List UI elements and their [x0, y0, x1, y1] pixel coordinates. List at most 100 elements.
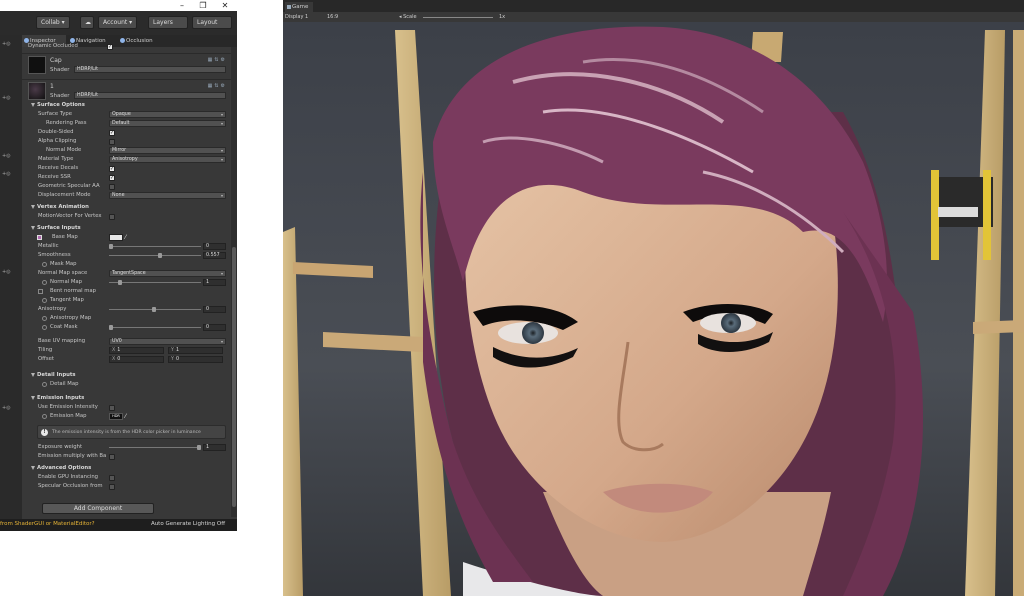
shader-dropdown[interactable]: HDRP/Lit: [74, 92, 226, 99]
console-warning-text[interactable]: from ShaderGUI or MaterialEditor?: [0, 521, 95, 527]
receive-ssr-row: Receive SSR ✓: [38, 174, 115, 181]
coat-mask-slider-handle[interactable]: [109, 325, 113, 330]
anisotropy-map-row: Anisotropy Map: [22, 314, 231, 323]
offset-y-field[interactable]: Y0: [168, 356, 223, 363]
double-sided-checkbox[interactable]: ✓: [109, 129, 115, 136]
tiling-y-field[interactable]: Y1: [168, 347, 223, 354]
eyedropper-icon[interactable]: ⁄: [125, 233, 126, 242]
game-view-tabbar: Game: [283, 0, 1024, 12]
dynamic-occluded-checkbox[interactable]: ✓: [107, 43, 113, 50]
anisotropy-map-slot[interactable]: [42, 316, 47, 321]
collab-button[interactable]: Collab ▾: [36, 16, 70, 29]
emission-inputs-header[interactable]: Emission Inputs: [22, 394, 231, 403]
geometric-specular-aa-row: Geometric Specular AA: [22, 182, 231, 191]
surface-inputs-header[interactable]: Surface Inputs: [22, 224, 231, 233]
normal-map-space-dropdown[interactable]: TangentSpace ▾: [109, 270, 226, 277]
display-dropdown[interactable]: Display 1: [285, 13, 308, 21]
vertex-animation-header[interactable]: Vertex Animation: [22, 203, 231, 212]
material-settings-icon[interactable]: ▦⇅⚙: [208, 83, 227, 89]
motion-vector-row: MotionVector For Vertex: [22, 212, 231, 221]
material-cap: Cap Shader HDRP/Lit ▦⇅⚙: [22, 53, 231, 78]
lighting-status-text: Auto Generate Lighting Off: [150, 521, 225, 527]
maximize-icon[interactable]: ❐: [193, 0, 213, 11]
add-component-button[interactable]: Add Component: [42, 503, 154, 514]
emission-multiply-checkbox[interactable]: [109, 453, 115, 460]
smoothness-slider-handle[interactable]: [158, 253, 162, 258]
exposure-weight-slider[interactable]: [109, 447, 201, 448]
material-settings-icon[interactable]: ▦⇅⚙: [208, 57, 227, 63]
metallic-slider[interactable]: [109, 246, 201, 247]
smoothness-slider[interactable]: [109, 255, 201, 256]
anisotropy-field[interactable]: 0: [203, 306, 226, 313]
scale-slider[interactable]: [423, 17, 493, 18]
motion-vector-checkbox[interactable]: [109, 213, 115, 220]
material-type-dropdown[interactable]: Anisotropy ▾: [109, 156, 226, 163]
dynamic-occluded-row: Dynamic Occluded ✓: [22, 42, 231, 51]
cloud-icon[interactable]: ☁: [80, 16, 94, 29]
specular-occlusion-checkbox[interactable]: [109, 483, 115, 490]
rendered-scene: [283, 22, 1024, 596]
base-color-swatch[interactable]: [109, 234, 123, 241]
gpu-instancing-checkbox[interactable]: [109, 474, 115, 481]
advanced-options-header[interactable]: Advanced Options: [22, 464, 231, 473]
rendering-pass-dropdown[interactable]: Default ▾: [109, 120, 226, 127]
material-preview[interactable]: [28, 56, 46, 74]
detail-map-slot[interactable]: [42, 382, 47, 387]
smoothness-field[interactable]: 0.557: [203, 252, 226, 259]
use-emission-intensity-checkbox[interactable]: [109, 404, 115, 411]
account-button[interactable]: Account ▾: [98, 16, 138, 29]
base-map-slot[interactable]: [37, 235, 42, 240]
displacement-mode-dropdown[interactable]: None ▾: [109, 192, 226, 199]
layout-dropdown[interactable]: Layout: [192, 16, 232, 29]
coat-mask-slider[interactable]: [109, 327, 201, 328]
mask-map-slot[interactable]: [42, 262, 47, 267]
foldout-arrow-icon: [31, 205, 35, 209]
bent-normal-map-slot[interactable]: [38, 289, 43, 294]
detail-map-row: Detail Map: [22, 380, 231, 389]
emission-color-swatch[interactable]: HDR: [109, 413, 123, 420]
surface-type-dropdown[interactable]: Opaque ▾: [109, 111, 226, 118]
tiling-row: Tiling X1 Y1: [22, 346, 231, 355]
emission-map-slot[interactable]: [42, 414, 47, 419]
tangent-map-slot[interactable]: [42, 298, 47, 303]
game-render[interactable]: [283, 22, 1024, 596]
scene-gizmo-icon: +◎: [2, 405, 11, 411]
normal-map-slider-handle[interactable]: [118, 280, 122, 285]
alpha-clipping-checkbox[interactable]: [109, 138, 115, 145]
scale-label: ◂ Scale: [399, 14, 417, 20]
aspect-dropdown[interactable]: 16:9: [327, 13, 338, 21]
metallic-field[interactable]: 0: [203, 243, 226, 250]
detail-inputs-header[interactable]: Detail Inputs: [22, 371, 231, 380]
normal-map-slot[interactable]: [42, 280, 47, 285]
minimize-icon[interactable]: –: [172, 0, 192, 11]
layers-dropdown[interactable]: Layers: [148, 16, 188, 29]
normal-map-slider[interactable]: [109, 282, 201, 283]
game-view-controls: Display 1 16:9 ◂ Scale 1x: [283, 12, 1024, 22]
exposure-weight-slider-handle[interactable]: [197, 445, 201, 450]
material-type-row: Material Type Anisotropy ▾: [22, 155, 231, 164]
tiling-x-field[interactable]: X1: [109, 347, 164, 354]
eyedropper-icon[interactable]: ⁄: [125, 412, 126, 421]
exposure-weight-field[interactable]: 1: [203, 444, 226, 451]
anisotropy-slider-handle[interactable]: [152, 307, 156, 312]
material-preview[interactable]: [28, 82, 46, 100]
close-icon[interactable]: ✕: [215, 0, 235, 11]
coat-mask-field[interactable]: 0: [203, 324, 226, 331]
receive-decals-checkbox[interactable]: ✓: [109, 165, 115, 172]
normal-map-field[interactable]: 1: [203, 279, 226, 286]
base-uv-mapping-dropdown[interactable]: UV0 ▾: [109, 338, 226, 345]
metallic-slider-handle[interactable]: [109, 244, 113, 249]
shader-dropdown[interactable]: HDRP/Lit: [74, 66, 226, 73]
offset-x-field[interactable]: X0: [109, 356, 164, 363]
coat-mask-slot[interactable]: [42, 325, 47, 330]
foldout-arrow-icon: [31, 373, 35, 377]
geometric-specular-aa-checkbox[interactable]: [109, 183, 115, 190]
inspector-panel: Dynamic Occluded ✓ Cap Shader HDRP/Lit ▦…: [22, 43, 231, 517]
scene-view-strip: +◎ +◎ +◎ +◎ +◎ +◎: [0, 35, 22, 535]
receive-ssr-checkbox[interactable]: ✓: [109, 174, 115, 181]
material-name: 1: [50, 83, 54, 90]
surface-options-header[interactable]: Surface Options: [22, 101, 231, 110]
normal-mode-dropdown[interactable]: Mirror ▾: [109, 147, 226, 154]
scrollbar-thumb[interactable]: [232, 247, 236, 507]
tab-game[interactable]: Game: [285, 2, 313, 12]
